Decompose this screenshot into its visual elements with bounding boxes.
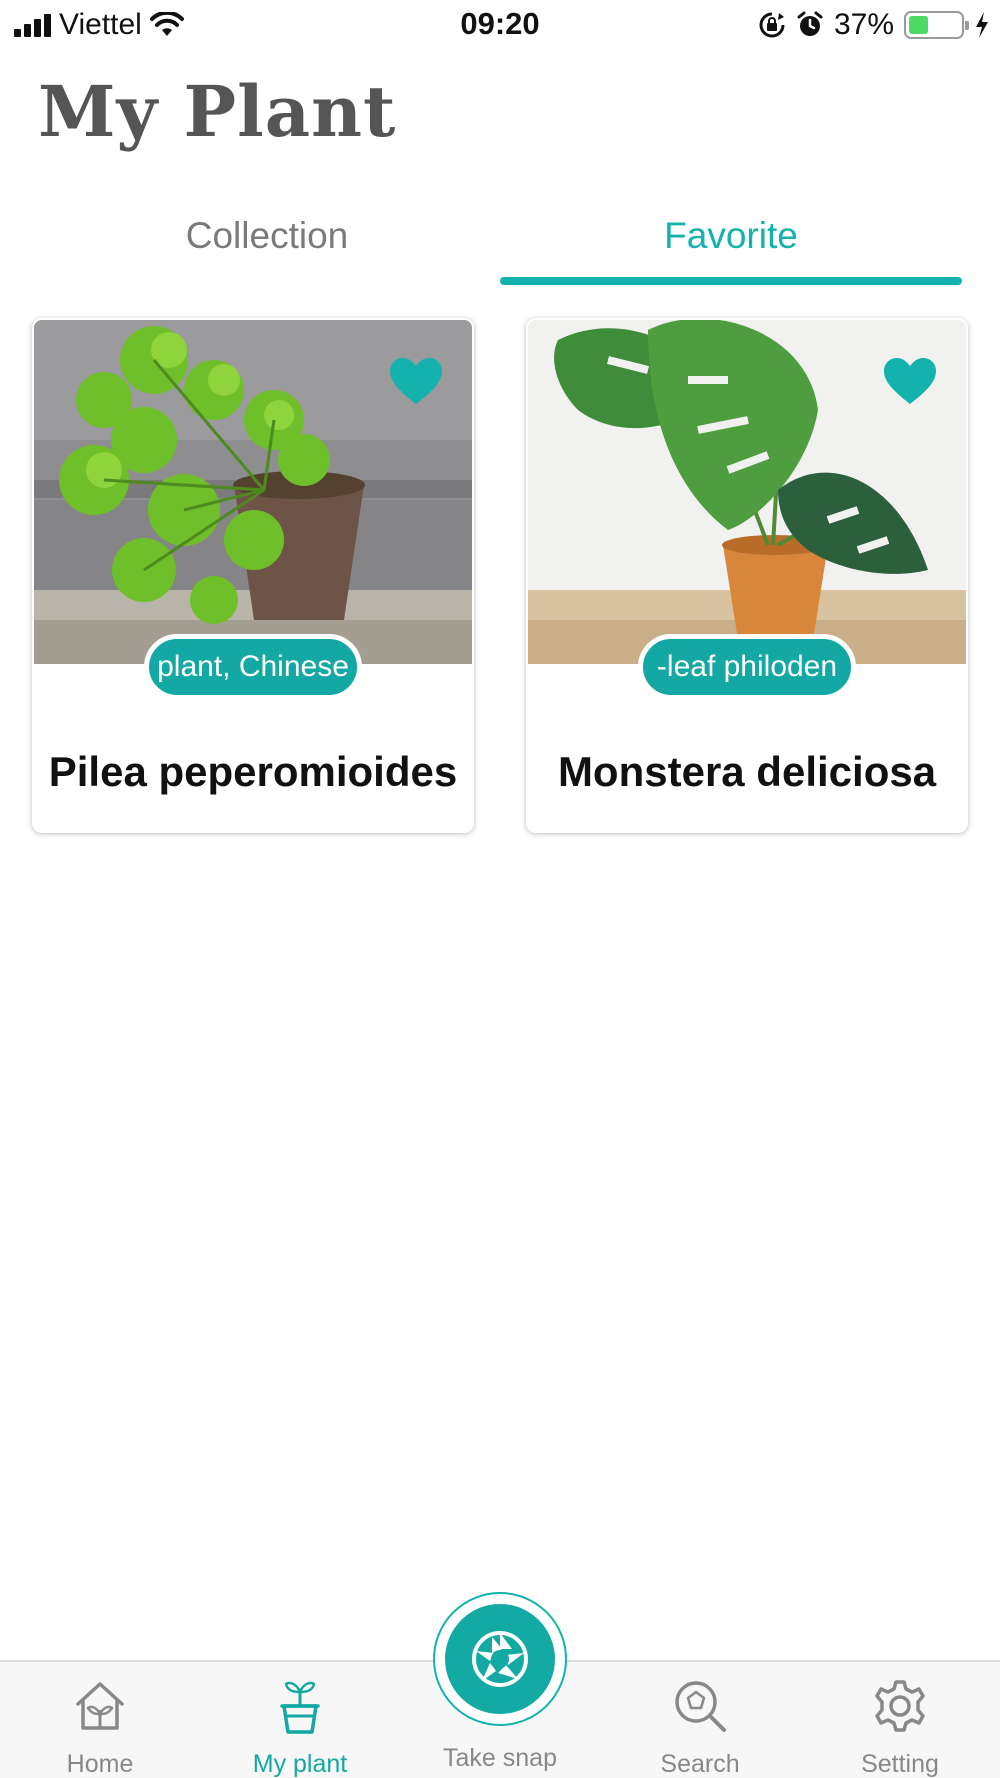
- nav-label-search: Search: [660, 1750, 740, 1778]
- nav-label-home: Home: [66, 1750, 134, 1778]
- camera-aperture-icon: [472, 1631, 528, 1687]
- favorite-heart-icon[interactable]: [388, 356, 444, 406]
- nav-label-take-snap: Take snap: [443, 1744, 557, 1772]
- battery-fill: [909, 16, 928, 34]
- search-icon: [675, 1681, 726, 1732]
- tab-collection[interactable]: Collection: [32, 215, 502, 265]
- page-title: My Plant: [38, 70, 397, 153]
- nav-my-plant[interactable]: My plant: [200, 1676, 400, 1778]
- alarm-icon: [797, 11, 823, 36]
- common-name-text: plant, Chinese: [157, 650, 349, 683]
- plant-card-monstera[interactable]: -leaf philoden Monstera deliciosa: [526, 318, 968, 833]
- nav-label-setting: Setting: [861, 1750, 939, 1778]
- take-snap-circle: [445, 1604, 555, 1714]
- status-right: 37%: [758, 8, 990, 42]
- common-name-text: -leaf philoden: [656, 650, 838, 683]
- common-name-badge: plant, Chinese: [144, 634, 362, 700]
- orientation-lock-icon: [759, 12, 785, 38]
- plant-photo-monstera: [528, 320, 966, 664]
- plant-photo-pilea: [34, 320, 472, 664]
- tab-bar: Collection Favorite: [0, 205, 1000, 285]
- active-tab-indicator: [500, 277, 962, 285]
- nav-label-my-plant: My plant: [252, 1750, 348, 1778]
- plant-scientific-name: Monstera deliciosa: [557, 748, 937, 795]
- plant-card-pilea[interactable]: plant, Chinese Pilea peperomioides: [32, 318, 474, 833]
- battery-icon: [904, 11, 969, 39]
- tab-favorite[interactable]: Favorite: [500, 215, 962, 265]
- plant-scientific-name: Pilea peperomioides: [48, 748, 458, 795]
- nav-search[interactable]: Search: [600, 1676, 800, 1778]
- nav-setting[interactable]: Setting: [800, 1676, 1000, 1778]
- status-bar: Viettel 09:20 37%: [0, 0, 1000, 50]
- battery-percent: 37%: [833, 8, 894, 41]
- potted-sprout-icon: [280, 1681, 320, 1734]
- common-name-badge: -leaf philoden: [638, 634, 856, 700]
- nav-home[interactable]: Home: [0, 1676, 200, 1778]
- gear-icon: [875, 1680, 925, 1732]
- house-plant-icon: [76, 1682, 124, 1730]
- favorite-heart-icon[interactable]: [882, 356, 938, 406]
- take-snap-button[interactable]: [433, 1592, 567, 1726]
- charging-bolt-icon: [976, 12, 988, 38]
